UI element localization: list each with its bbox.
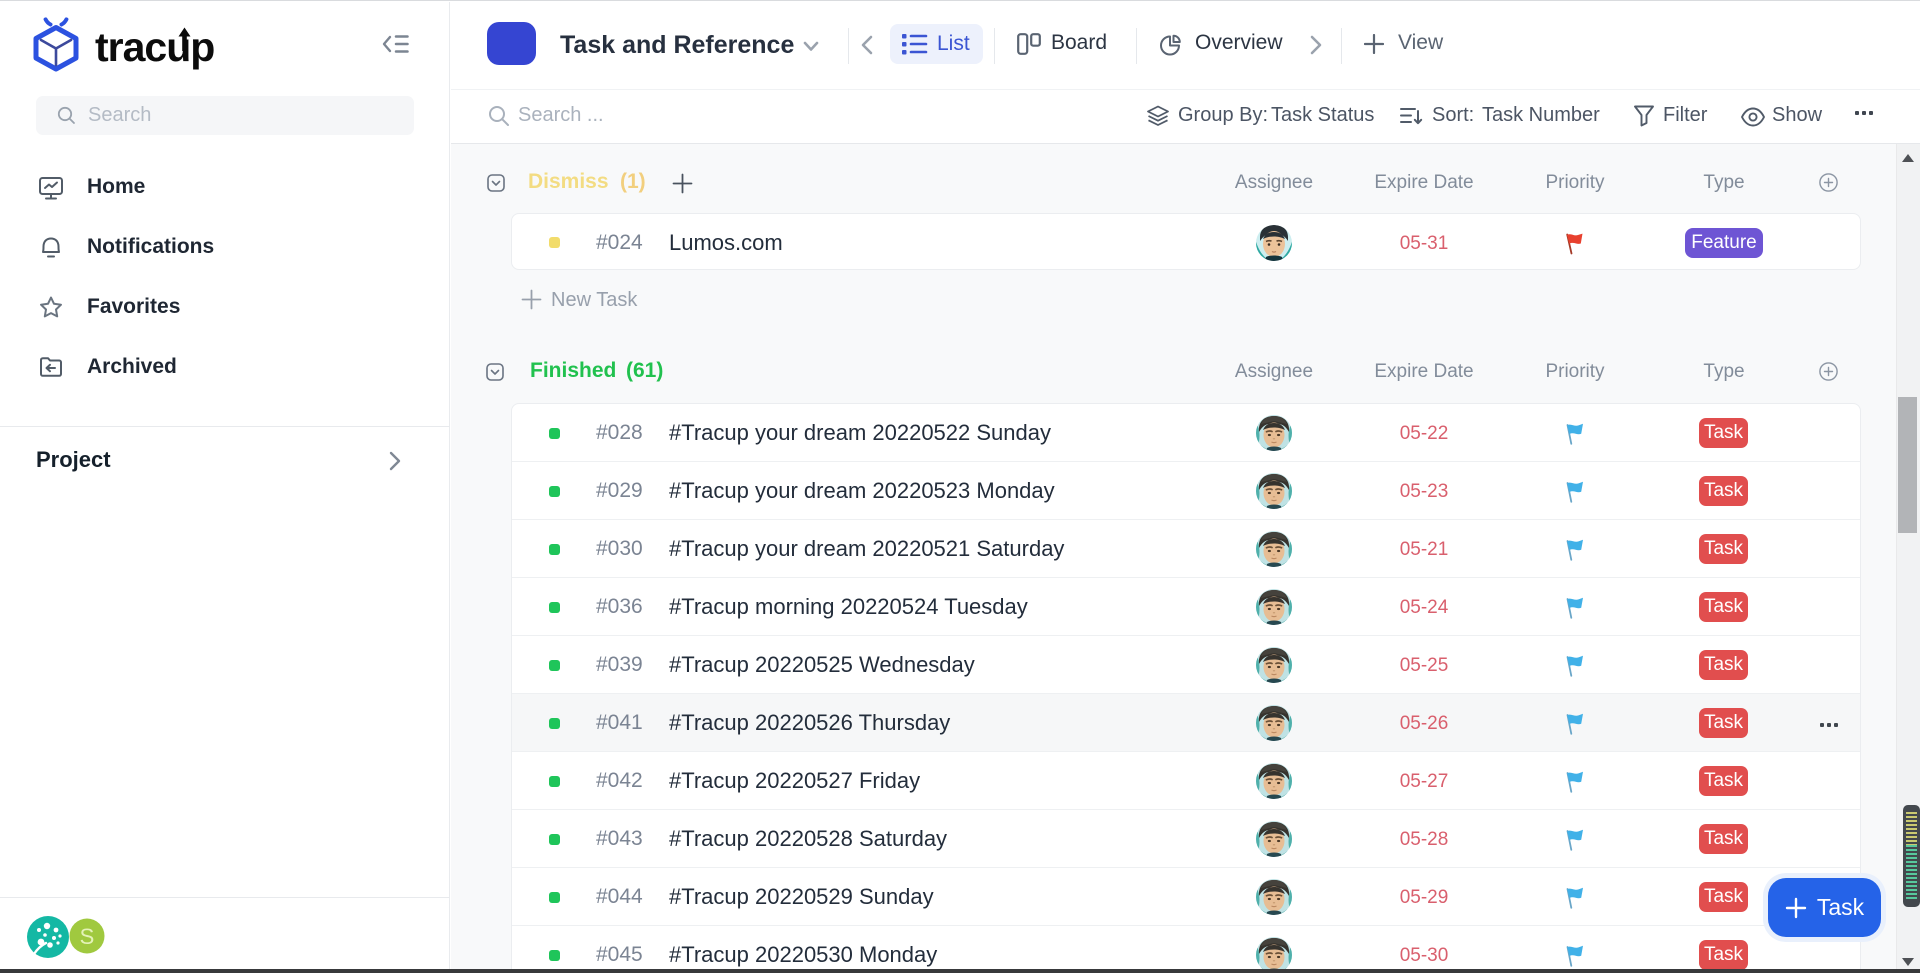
svg-text:tracup: tracup <box>95 24 214 70</box>
svg-text:S: S <box>80 924 95 949</box>
